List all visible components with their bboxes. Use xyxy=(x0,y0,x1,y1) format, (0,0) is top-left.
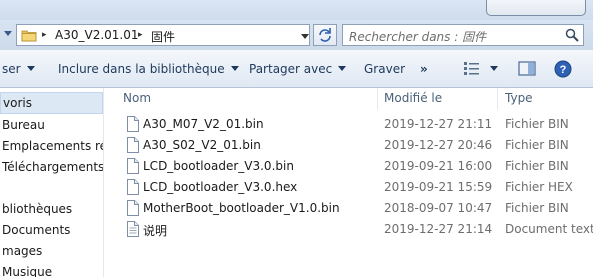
file-name: A30_M07_V2_01.bin xyxy=(143,117,264,131)
file-type: Fichier BIN xyxy=(505,159,569,173)
file-list: Nom Modifié le Type A30_M07_V2_01.bin 201… xyxy=(105,88,593,277)
sidebar-item-label: bliothèques xyxy=(2,202,73,216)
navigation-pane: voris Bureau Emplacements récen Téléchar… xyxy=(0,88,104,277)
burn-button[interactable]: Graver xyxy=(364,62,405,76)
sidebar-item-recent-places[interactable]: Emplacements récen xyxy=(2,139,103,153)
svg-text:?: ? xyxy=(560,64,567,76)
window-close-button[interactable] xyxy=(486,0,586,16)
sidebar-item-label: Documents xyxy=(2,223,71,237)
chevron-down-icon xyxy=(26,66,35,71)
search-input[interactable]: Rechercher dans : 固件 xyxy=(342,24,584,46)
chevron-down-icon xyxy=(230,66,239,71)
file-type: Fichier BIN xyxy=(505,117,569,131)
list-item[interactable]: A30_M07_V2_01.bin 2019-12-27 21:11 Fichier… xyxy=(105,115,593,136)
column-header-type[interactable]: Type xyxy=(505,91,533,105)
list-item[interactable]: A30_S02_V2_01.bin 2019-12-27 20:46 Fichier… xyxy=(105,136,593,157)
share-with-label: Partager avec xyxy=(249,62,333,76)
more-commands-button[interactable]: » xyxy=(420,62,428,76)
column-divider[interactable] xyxy=(377,88,378,110)
sidebar-item-libraries[interactable]: bliothèques xyxy=(2,202,72,216)
preview-pane-icon[interactable] xyxy=(518,60,536,78)
address-row: ▸ A30_V2.01.01 ▸ 固件 Rechercher dans : 固件 xyxy=(0,20,593,50)
more-label: » xyxy=(420,62,428,76)
share-with-menu[interactable]: Partager avec xyxy=(249,62,347,76)
sidebar-item-label: Emplacements récen xyxy=(2,139,103,153)
sidebar-item-pictures[interactable]: mages xyxy=(2,244,42,258)
organize-label: ser xyxy=(2,62,21,76)
command-bar: ser Inclure dans la bibliothèque Partage… xyxy=(0,50,593,88)
file-name: LCD_bootloader_V3.0.bin xyxy=(143,159,294,173)
include-library-label: Inclure dans la bibliothèque xyxy=(58,62,225,76)
file-modified: 2019-12-27 21:14 xyxy=(384,222,493,236)
breadcrumb-segment-a30[interactable]: A30_V2.01.01 xyxy=(55,28,139,42)
file-name: A30_S02_V2_01.bin xyxy=(143,138,261,152)
breadcrumb-separator[interactable]: ▸ xyxy=(42,30,47,40)
sidebar-item-label: voris xyxy=(3,96,32,110)
title-bar xyxy=(0,0,593,20)
sidebar-item-documents[interactable]: Documents xyxy=(2,223,70,237)
file-modified: 2019-09-21 16:00 xyxy=(384,159,493,173)
chevron-down-icon xyxy=(338,66,347,71)
breadcrumb-segment-firmware[interactable]: 固件 xyxy=(151,28,175,45)
list-item[interactable]: 说明 2019-12-27 21:14 Document texte xyxy=(105,220,593,241)
folder-icon xyxy=(21,30,37,42)
file-type: Fichier BIN xyxy=(505,201,569,215)
sidebar-item-downloads[interactable]: Téléchargements xyxy=(2,160,104,174)
column-header-name[interactable]: Nom xyxy=(123,91,151,105)
include-library-menu[interactable]: Inclure dans la bibliothèque xyxy=(58,62,239,76)
file-icon xyxy=(127,137,139,153)
file-modified: 2019-12-27 20:46 xyxy=(384,138,493,152)
refresh-button[interactable] xyxy=(313,24,337,46)
file-name: LCD_bootloader_V3.0.hex xyxy=(143,180,298,194)
file-icon xyxy=(127,158,139,174)
organize-menu[interactable]: ser xyxy=(2,62,35,76)
file-icon xyxy=(127,116,139,132)
file-type: Fichier BIN xyxy=(505,138,569,152)
column-divider[interactable] xyxy=(497,88,498,110)
file-name: MotherBoot_bootloader_V1.0.bin xyxy=(143,201,340,215)
file-type: Fichier HEX xyxy=(505,180,573,194)
file-icon xyxy=(127,200,139,216)
sidebar-item-label: mages xyxy=(2,244,43,258)
sidebar-item-label: Musique xyxy=(2,265,53,277)
file-modified: 2019-12-27 21:11 xyxy=(384,117,493,131)
address-bar[interactable]: ▸ A30_V2.01.01 ▸ 固件 xyxy=(16,24,310,46)
list-item[interactable]: MotherBoot_bootloader_V1.0.bin 2018-09-07… xyxy=(105,199,593,220)
file-modified: 2019-09-21 15:59 xyxy=(384,180,493,194)
text-document-icon xyxy=(127,221,139,237)
list-item[interactable]: LCD_bootloader_V3.0.bin 2019-09-21 16:00 F… xyxy=(105,157,593,178)
refresh-icon xyxy=(319,28,331,42)
sidebar-item-music[interactable]: Musique xyxy=(2,265,52,277)
file-modified: 2018-09-07 10:47 xyxy=(384,201,493,215)
view-dropdown[interactable] xyxy=(484,62,498,76)
breadcrumb-separator[interactable]: ▸ xyxy=(138,30,143,40)
address-dropdown-icon[interactable] xyxy=(299,29,311,43)
help-icon[interactable]: ? xyxy=(554,60,572,78)
view-options-icon[interactable] xyxy=(463,60,483,78)
sidebar-item-desktop[interactable]: Bureau xyxy=(2,118,45,132)
column-header-modified[interactable]: Modifié le xyxy=(384,91,442,105)
search-icon[interactable] xyxy=(565,28,579,42)
search-placeholder: Rechercher dans : 固件 xyxy=(349,30,487,44)
recent-locations-icon[interactable] xyxy=(4,31,12,36)
list-item[interactable]: LCD_bootloader_V3.0.hex 2019-09-21 15:59 F… xyxy=(105,178,593,199)
file-type: Document texte xyxy=(505,222,593,236)
chevron-down-icon xyxy=(490,66,498,71)
sidebar-item-label: Téléchargements xyxy=(2,160,104,174)
burn-label: Graver xyxy=(364,62,406,76)
sidebar-item-favorites[interactable]: voris xyxy=(0,92,103,114)
file-icon xyxy=(127,179,139,195)
sidebar-item-label: Bureau xyxy=(2,118,45,132)
file-name: 说明 xyxy=(143,224,168,238)
